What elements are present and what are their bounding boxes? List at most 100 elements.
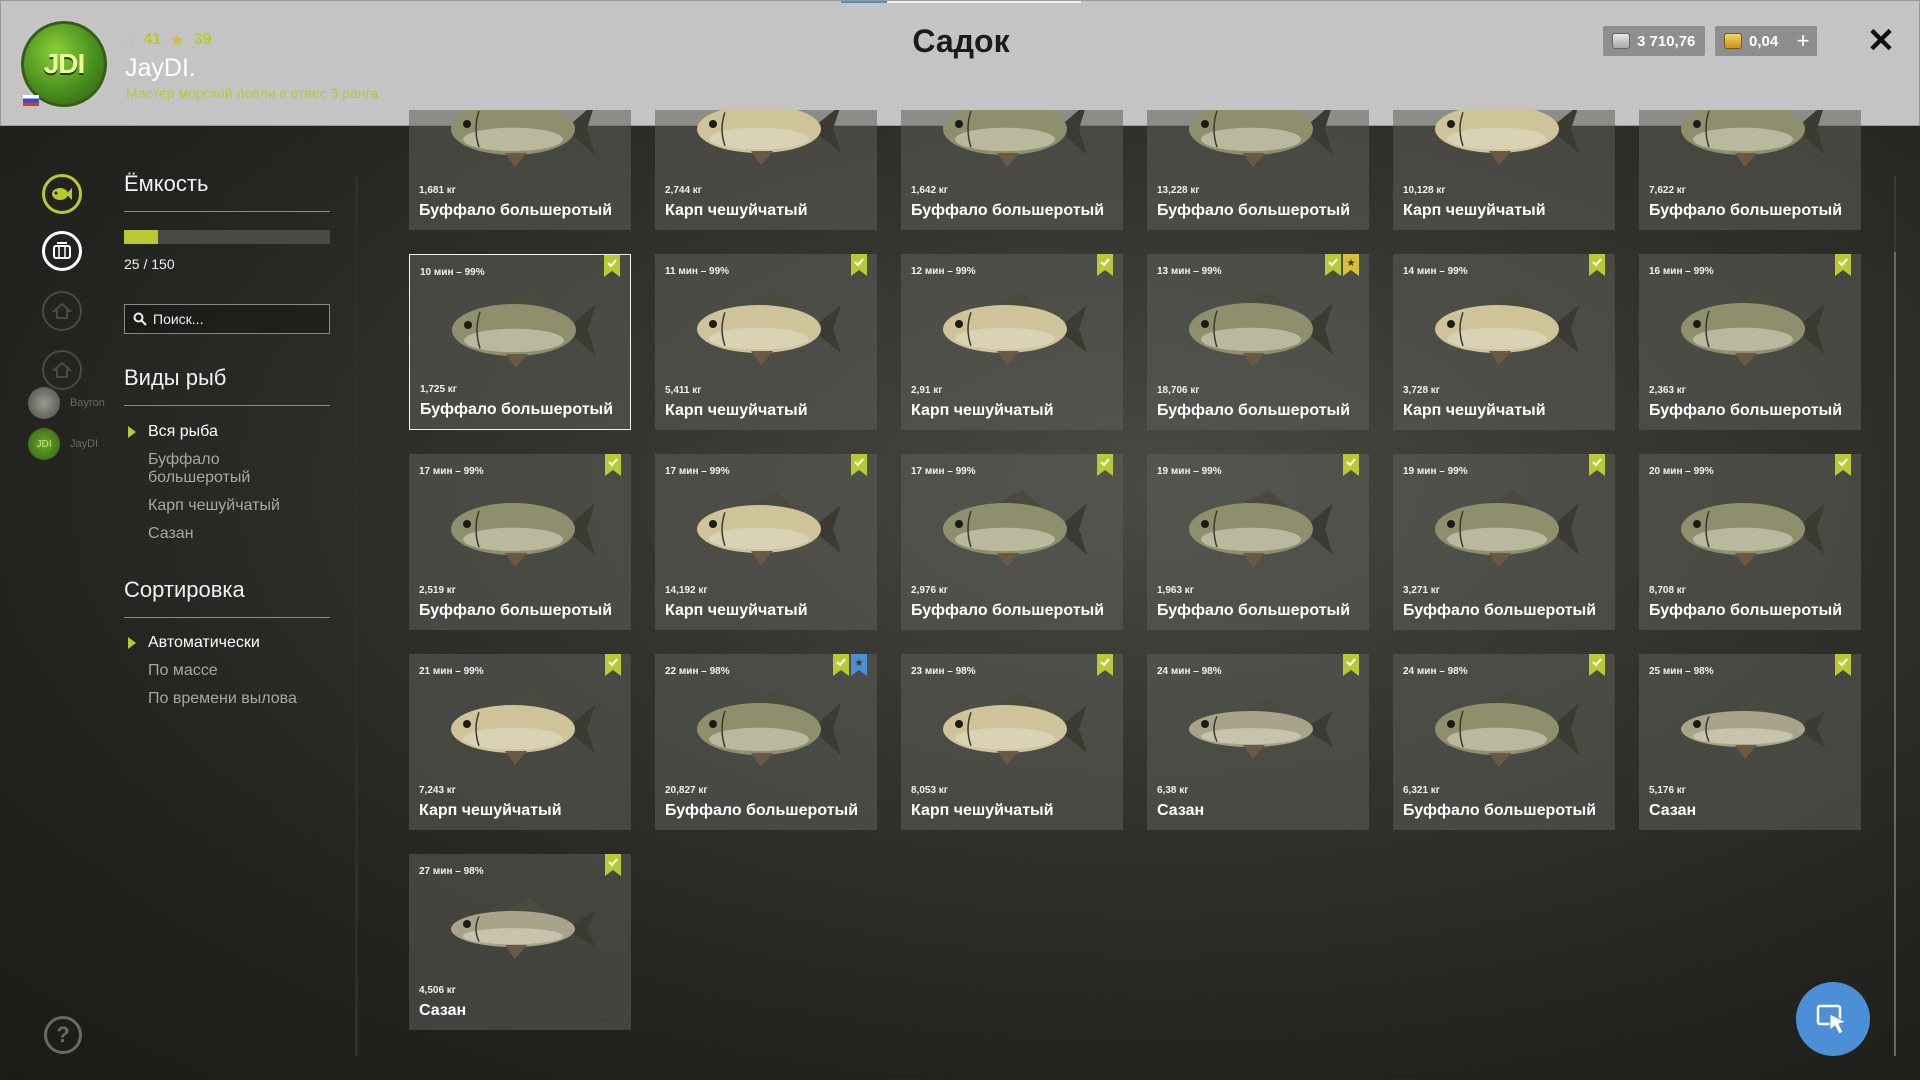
buffalo-fish-icon xyxy=(451,110,595,167)
green-bookmark-icon[interactable] xyxy=(1589,654,1605,676)
fish-name: Карп чешуйчатый xyxy=(665,402,808,419)
catch-time: 16 мин – 99% xyxy=(1649,266,1714,277)
fish-card[interactable]: 20 мин – 99% 8,708 кг Буффало большеротый xyxy=(1639,454,1861,630)
buffalo-fish-icon xyxy=(1681,290,1825,367)
fish-card[interactable]: 13,228 кг Буффало большеротый xyxy=(1147,110,1369,230)
fish-card[interactable]: 25 мин – 98% 5,176 кг Сазан xyxy=(1639,654,1861,830)
gold-bookmark-icon[interactable]: ★ xyxy=(1343,254,1359,276)
fish-weight: 20,827 кг xyxy=(665,785,708,796)
fish-weight: 13,228 кг xyxy=(1157,185,1200,196)
fish-card[interactable]: 10 мин – 99% 1,725 кг Буффало большеротый xyxy=(409,254,631,430)
sazan-fish-icon xyxy=(1189,698,1333,759)
top-bar: JDI ◌ 41 ★ 39 JayDI. Мастер морской ловл… xyxy=(0,0,1920,126)
green-bookmark-icon[interactable] xyxy=(1343,454,1359,476)
divider xyxy=(124,405,330,406)
green-bookmark-icon[interactable] xyxy=(605,654,621,676)
species-option-buffalo[interactable]: Буффало большеротый xyxy=(148,451,298,487)
russia-flag-icon xyxy=(23,95,39,106)
fish-card[interactable]: 1,642 кг Буффало большеротый xyxy=(901,110,1123,230)
green-bookmark-icon[interactable] xyxy=(1835,654,1851,676)
sazan-fish-icon xyxy=(1681,698,1825,759)
fish-card[interactable]: 10,128 кг Карп чешуйчатый xyxy=(1393,110,1615,230)
fish-card[interactable]: 24 мин – 98% 6,38 кг Сазан xyxy=(1147,654,1369,830)
buffalo-fish-icon xyxy=(1189,110,1333,167)
fish-card[interactable]: 22 мин – 98% 20,827 кг Буффало большеротый… xyxy=(655,654,877,830)
green-bookmark-icon[interactable] xyxy=(1097,454,1113,476)
buffalo-fish-icon xyxy=(1681,110,1825,167)
fish-card[interactable]: 17 мин – 99% 2,976 кг Буффало большеротый xyxy=(901,454,1123,630)
green-bookmark-icon[interactable] xyxy=(1835,454,1851,476)
fish-card[interactable]: 2,744 кг Карп чешуйчатый xyxy=(655,110,877,230)
friend-entry[interactable]: JDI JayDI xyxy=(28,428,98,460)
fish-card[interactable]: 21 мин – 99% 7,243 кг Карп чешуйчатый xyxy=(409,654,631,830)
green-bookmark-icon[interactable] xyxy=(1589,254,1605,276)
green-bookmark-icon[interactable] xyxy=(1343,654,1359,676)
sort-option-weight[interactable]: По массе xyxy=(148,662,218,680)
green-bookmark-icon[interactable] xyxy=(1589,454,1605,476)
green-bookmark-icon[interactable] xyxy=(851,454,867,476)
keepnet-nav-icon[interactable] xyxy=(42,231,82,271)
fish-card[interactable]: 17 мин – 99% 2,519 кг Буффало большеротый xyxy=(409,454,631,630)
capacity-bar xyxy=(124,230,330,244)
fish-nav-icon[interactable] xyxy=(42,174,82,214)
fish-card[interactable]: 14 мин – 99% 3,728 кг Карп чешуйчатый xyxy=(1393,254,1615,430)
blue-bookmark-icon[interactable]: ★ xyxy=(851,654,867,676)
sort-option-auto[interactable]: Автоматически xyxy=(148,634,260,652)
catch-time: 24 мин – 98% xyxy=(1403,666,1468,677)
fish-card[interactable]: 13 мин – 99% 18,706 кг Буффало большеротый… xyxy=(1147,254,1369,430)
catch-time: 20 мин – 99% xyxy=(1649,466,1714,477)
catch-time: 22 мин – 98% xyxy=(665,666,730,677)
green-bookmark-icon[interactable] xyxy=(851,254,867,276)
green-bookmark-icon[interactable] xyxy=(605,854,621,876)
scrollbar-thumb[interactable] xyxy=(1894,252,1896,1056)
species-option-all[interactable]: Вся рыба xyxy=(148,423,218,441)
gold-coin-icon xyxy=(1724,33,1742,49)
fish-name: Карп чешуйчатый xyxy=(1403,202,1546,219)
close-button[interactable]: ✕ xyxy=(1865,22,1897,60)
loading-indicator xyxy=(841,1,1081,3)
fish-card[interactable]: 1,681 кг Буффало большеротый xyxy=(409,110,631,230)
green-bookmark-icon[interactable] xyxy=(1097,654,1113,676)
green-bookmark-icon[interactable] xyxy=(1097,254,1113,276)
friend-name: JayDI xyxy=(70,438,99,450)
catch-time: 24 мин – 98% xyxy=(1157,666,1222,677)
green-bookmark-icon[interactable] xyxy=(1835,254,1851,276)
home-nav-icon[interactable] xyxy=(42,350,82,390)
fish-card[interactable]: 17 мин – 99% 14,192 кг Карп чешуйчатый xyxy=(655,454,877,630)
scrollbar[interactable] xyxy=(1894,176,1896,1056)
house-nav-icon[interactable] xyxy=(42,291,82,331)
catch-time: 19 мин – 99% xyxy=(1157,466,1222,477)
green-bookmark-icon[interactable] xyxy=(605,454,621,476)
sort-option-time[interactable]: По времени вылова xyxy=(148,690,297,708)
friend-entry[interactable]: Bayron xyxy=(28,387,105,419)
green-bookmark-icon[interactable] xyxy=(833,654,849,676)
fish-card[interactable]: 19 мин – 99% 1,963 кг Буффало большеротый xyxy=(1147,454,1369,630)
silver-balance: 3 710,76 xyxy=(1603,26,1705,56)
fish-weight: 2,363 кг xyxy=(1649,385,1686,396)
green-bookmark-icon[interactable] xyxy=(604,255,620,277)
green-bookmark-icon[interactable] xyxy=(1325,254,1341,276)
cursor-mode-button[interactable] xyxy=(1796,982,1870,1056)
fish-card[interactable]: 19 мин – 99% 3,271 кг Буффало большеротый xyxy=(1393,454,1615,630)
fish-weight: 2,519 кг xyxy=(419,585,456,596)
add-funds-button[interactable]: + xyxy=(1789,26,1817,56)
fish-name: Карп чешуйчатый xyxy=(911,802,1054,819)
fish-card[interactable]: 11 мин – 99% 5,411 кг Карп чешуйчатый xyxy=(655,254,877,430)
catch-time: 12 мин – 99% xyxy=(911,266,976,277)
capacity-bar-fill xyxy=(124,230,159,244)
fish-weight: 7,622 кг xyxy=(1649,185,1686,196)
fish-card[interactable]: 16 мин – 99% 2,363 кг Буффало большеротый xyxy=(1639,254,1861,430)
fish-weight: 1,725 кг xyxy=(420,384,457,395)
search-input[interactable]: Поиск... xyxy=(124,304,330,334)
carp-fish-icon xyxy=(943,292,1087,365)
search-placeholder: Поиск... xyxy=(153,311,204,327)
fish-card[interactable]: 27 мин – 98% 4,506 кг Сазан xyxy=(409,854,631,1030)
fish-card[interactable]: 24 мин – 98% 6,321 кг Буффало большеротый xyxy=(1393,654,1615,830)
species-option-sazan[interactable]: Сазан xyxy=(148,525,194,543)
fish-card[interactable]: 12 мин – 99% 2,91 кг Карп чешуйчатый xyxy=(901,254,1123,430)
fish-card[interactable]: 7,622 кг Буффало большеротый xyxy=(1639,110,1861,230)
fish-card[interactable]: 23 мин – 98% 8,053 кг Карп чешуйчатый xyxy=(901,654,1123,830)
help-button[interactable]: ? xyxy=(44,1016,82,1054)
species-option-carp[interactable]: Карп чешуйчатый xyxy=(148,497,280,515)
fish-name: Карп чешуйчатый xyxy=(419,802,562,819)
